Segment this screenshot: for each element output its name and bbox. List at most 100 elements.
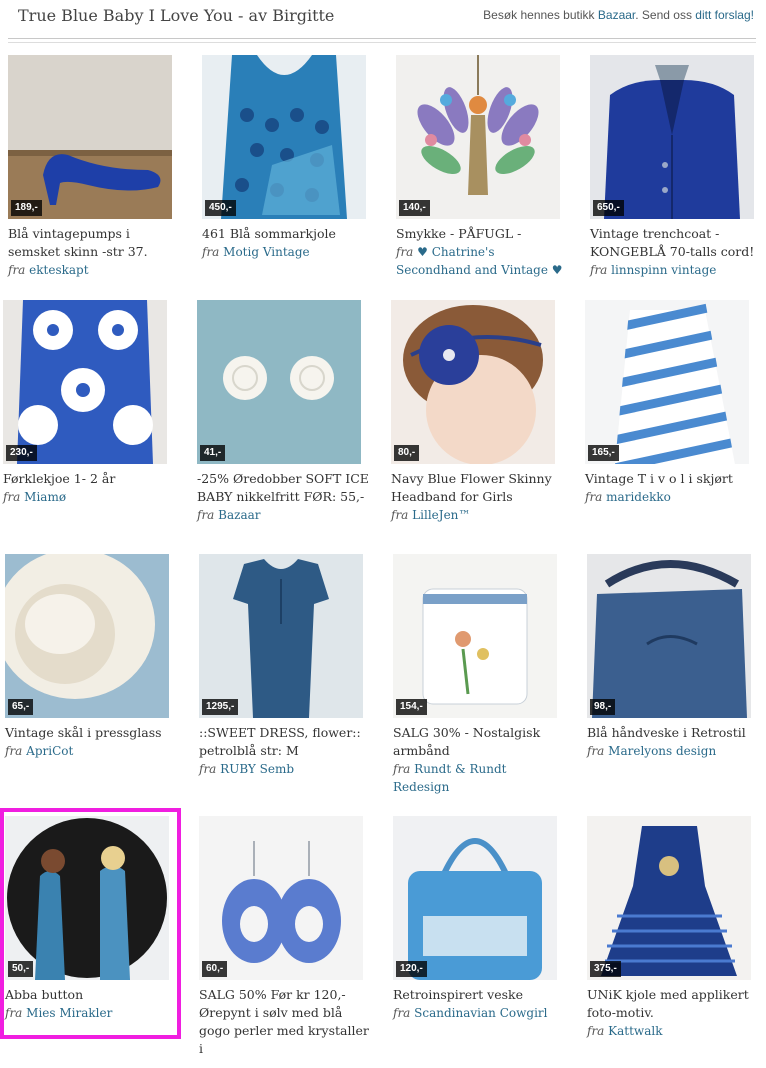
product-title[interactable]: Retroinspirert veske [393,986,565,1004]
glass-bowl-icon [5,554,169,718]
product-title[interactable]: Smykke - PÅFUGL - [396,225,568,243]
peacock-pendant-icon [396,55,560,219]
seller-line: fra Marelyons design [587,742,759,760]
product-title[interactable]: SALG 30% - Nostalgisk armbånd [393,724,565,760]
product-image[interactable]: 140,- [396,55,560,219]
seller-link[interactable]: Scandinavian Cowgirl [414,1006,547,1020]
product-card[interactable]: 189,- Blå vintagepumps i semsket skinn -s… [8,55,178,279]
product-card[interactable]: 60,- SALG 50% Før kr 120,-Ørepynt i sølv … [199,816,369,1058]
seller-link[interactable]: ♥ Chatrine's Secondhand and Vintage ♥ [396,245,563,277]
blue-coat-icon [590,55,754,219]
product-image[interactable]: 450,- [202,55,366,219]
seller-line: fra ApriCot [5,742,177,760]
seller-link[interactable]: Bazaar [218,508,260,522]
product-image[interactable]: 230,- [3,300,167,464]
product-title[interactable]: UNiK kjole med applikert foto-motiv. [587,986,759,1022]
product-card[interactable]: 375,- UNiK kjole med applikert foto-motiv… [587,816,757,1040]
seller-line: fra LilleJen™ [391,506,563,524]
product-title[interactable]: SALG 50% Før kr 120,-Ørepynt i sølv med … [199,986,371,1058]
price-badge: 65,- [8,699,34,715]
seller-line: fra Bazaar [197,506,369,524]
product-title[interactable]: Vintage skål i pressglass [5,724,177,742]
product-image[interactable]: 650,- [590,55,754,219]
product-card[interactable]: 1295,-::SWEET DRESS, flower:: petrolblå … [199,554,369,778]
seller-line: fra linnspinn vintage [590,261,762,279]
price-badge: 120,- [396,961,427,977]
fra-label: fra [197,508,215,522]
fra-label: fra [202,245,220,259]
seller-link[interactable]: Marelyons design [608,744,716,758]
price-badge: 1295,- [202,699,239,715]
product-card[interactable]: 80,- Navy Blue Flower Skinny Headband for… [391,300,561,524]
product-card[interactable]: 230,- Førklekjoe 1- 2 år fra Miamø [3,300,173,506]
price-badge: 140,- [399,200,430,216]
price-badge: 80,- [394,445,420,461]
product-title[interactable]: Navy Blue Flower Skinny Headband for Gir… [391,470,563,506]
seller-link[interactable]: Miamø [24,490,66,504]
seller-line: fra ♥ Chatrine's Secondhand and Vintage … [396,243,568,279]
product-card[interactable]: 154,- SALG 30% - Nostalgisk armbånd fra Ru… [393,554,563,796]
blue-pump-shoe-icon [8,55,172,219]
flower-pinafore-icon [3,300,167,464]
blue-hoop-earrings-icon [199,816,363,980]
seller-link[interactable]: Motig Vintage [223,245,309,259]
product-title[interactable]: ::SWEET DRESS, flower:: petrolblå str: M [199,724,371,760]
shop-link[interactable]: Bazaar [598,8,635,22]
seller-link[interactable]: ekteskapt [29,263,88,277]
price-badge: 154,- [396,699,427,715]
product-title[interactable]: 461 Blå sommarkjole [202,225,374,243]
white-earrings-icon [197,300,361,464]
price-badge: 165,- [588,445,619,461]
product-card[interactable]: 450,- 461 Blå sommarkjole fra Motig Vintag… [202,55,372,261]
seller-link[interactable]: ApriCot [26,744,73,758]
seller-link[interactable]: LilleJen™ [412,508,470,522]
product-image[interactable]: 1295,- [199,554,363,718]
seller-link[interactable]: linnspinn vintage [611,263,716,277]
product-card[interactable]: 650,- Vintage trenchcoat - KONGEBLÅ 70-ta… [590,55,760,279]
seller-line: fra Kattwalk [587,1022,759,1040]
price-badge: 375,- [590,961,621,977]
seller-link[interactable]: Kattwalk [608,1024,662,1038]
selection-highlight [0,808,181,1039]
product-card[interactable]: 120,- Retroinspirert veske fra Scandinavia… [393,816,563,1022]
seller-line: fra Rundt & Rundt Redesign [393,760,565,796]
product-card[interactable]: 65,- Vintage skål i pressglass fra ApriCot [5,554,175,760]
seller-link[interactable]: Rundt & Rundt Redesign [393,762,506,794]
seller-link[interactable]: RUBY Semb [220,762,294,776]
product-title[interactable]: Vintage trenchcoat - KONGEBLÅ 70-talls c… [590,225,762,261]
product-image[interactable]: 154,- [393,554,557,718]
suggest-link[interactable]: ditt forslag! [695,8,754,22]
product-image[interactable]: 189,- [8,55,172,219]
seller-line: fra RUBY Semb [199,760,371,778]
product-image[interactable]: 165,- [585,300,749,464]
suggest-text: . Send oss [635,8,692,22]
striped-skirt-icon [585,300,749,464]
product-title[interactable]: Førklekjoe 1- 2 år [3,470,175,488]
fra-label: fra [3,490,21,504]
product-image[interactable]: 65,- [5,554,169,718]
product-image[interactable]: 375,- [587,816,751,980]
product-image[interactable]: 41,- [197,300,361,464]
product-image[interactable]: 98,- [587,554,751,718]
product-card[interactable]: 165,- Vintage T i v o l i skjørt fra marid… [585,300,755,506]
product-image[interactable]: 80,- [391,300,555,464]
product-image[interactable]: 60,- [199,816,363,980]
fra-label: fra [199,762,217,776]
product-title[interactable]: Vintage T i v o l i skjørt [585,470,757,488]
price-badge: 189,- [11,200,42,216]
fra-label: fra [396,245,414,259]
seller-line: fra maridekko [585,488,757,506]
product-title[interactable]: Blå håndveske i Retrostil [587,724,759,742]
product-card[interactable]: 41,- -25% Øredobber SOFT ICE BABY nikkelf… [197,300,369,524]
product-title[interactable]: -25% Øredobber SOFT ICE BABY nikkelfritt… [197,470,369,506]
cross-stitch-cuff-icon [393,554,557,718]
seller-line: fra ekteskapt [8,261,180,279]
fra-label: fra [5,744,23,758]
fra-label: fra [587,1024,605,1038]
product-card[interactable]: 140,- Smykke - PÅFUGL - fra ♥ Chatrine's S… [396,55,566,279]
seller-link[interactable]: maridekko [606,490,671,504]
fra-label: fra [590,263,608,277]
product-title[interactable]: Blå vintagepumps i semsket skinn -str 37… [8,225,180,261]
product-image[interactable]: 120,- [393,816,557,980]
product-card[interactable]: 98,- Blå håndveske i Retrostil fra Marelyo… [587,554,757,760]
